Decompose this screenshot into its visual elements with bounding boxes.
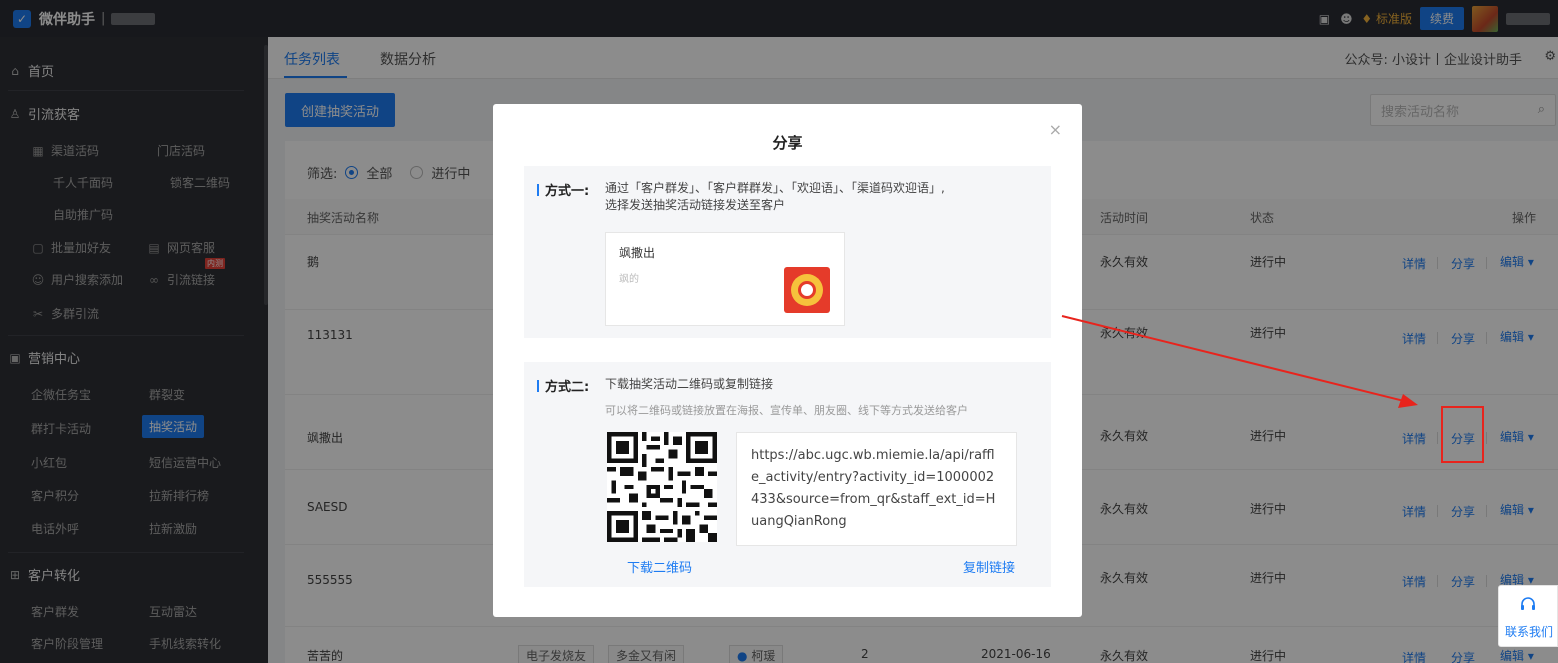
headset-icon xyxy=(1521,597,1535,610)
contact-us-button[interactable]: 联系我们 xyxy=(1498,585,1558,647)
contact-us-label: 联系我们 xyxy=(1505,625,1554,639)
annotation-highlight-box xyxy=(1441,406,1484,463)
annotation-arrow xyxy=(1061,315,1418,408)
